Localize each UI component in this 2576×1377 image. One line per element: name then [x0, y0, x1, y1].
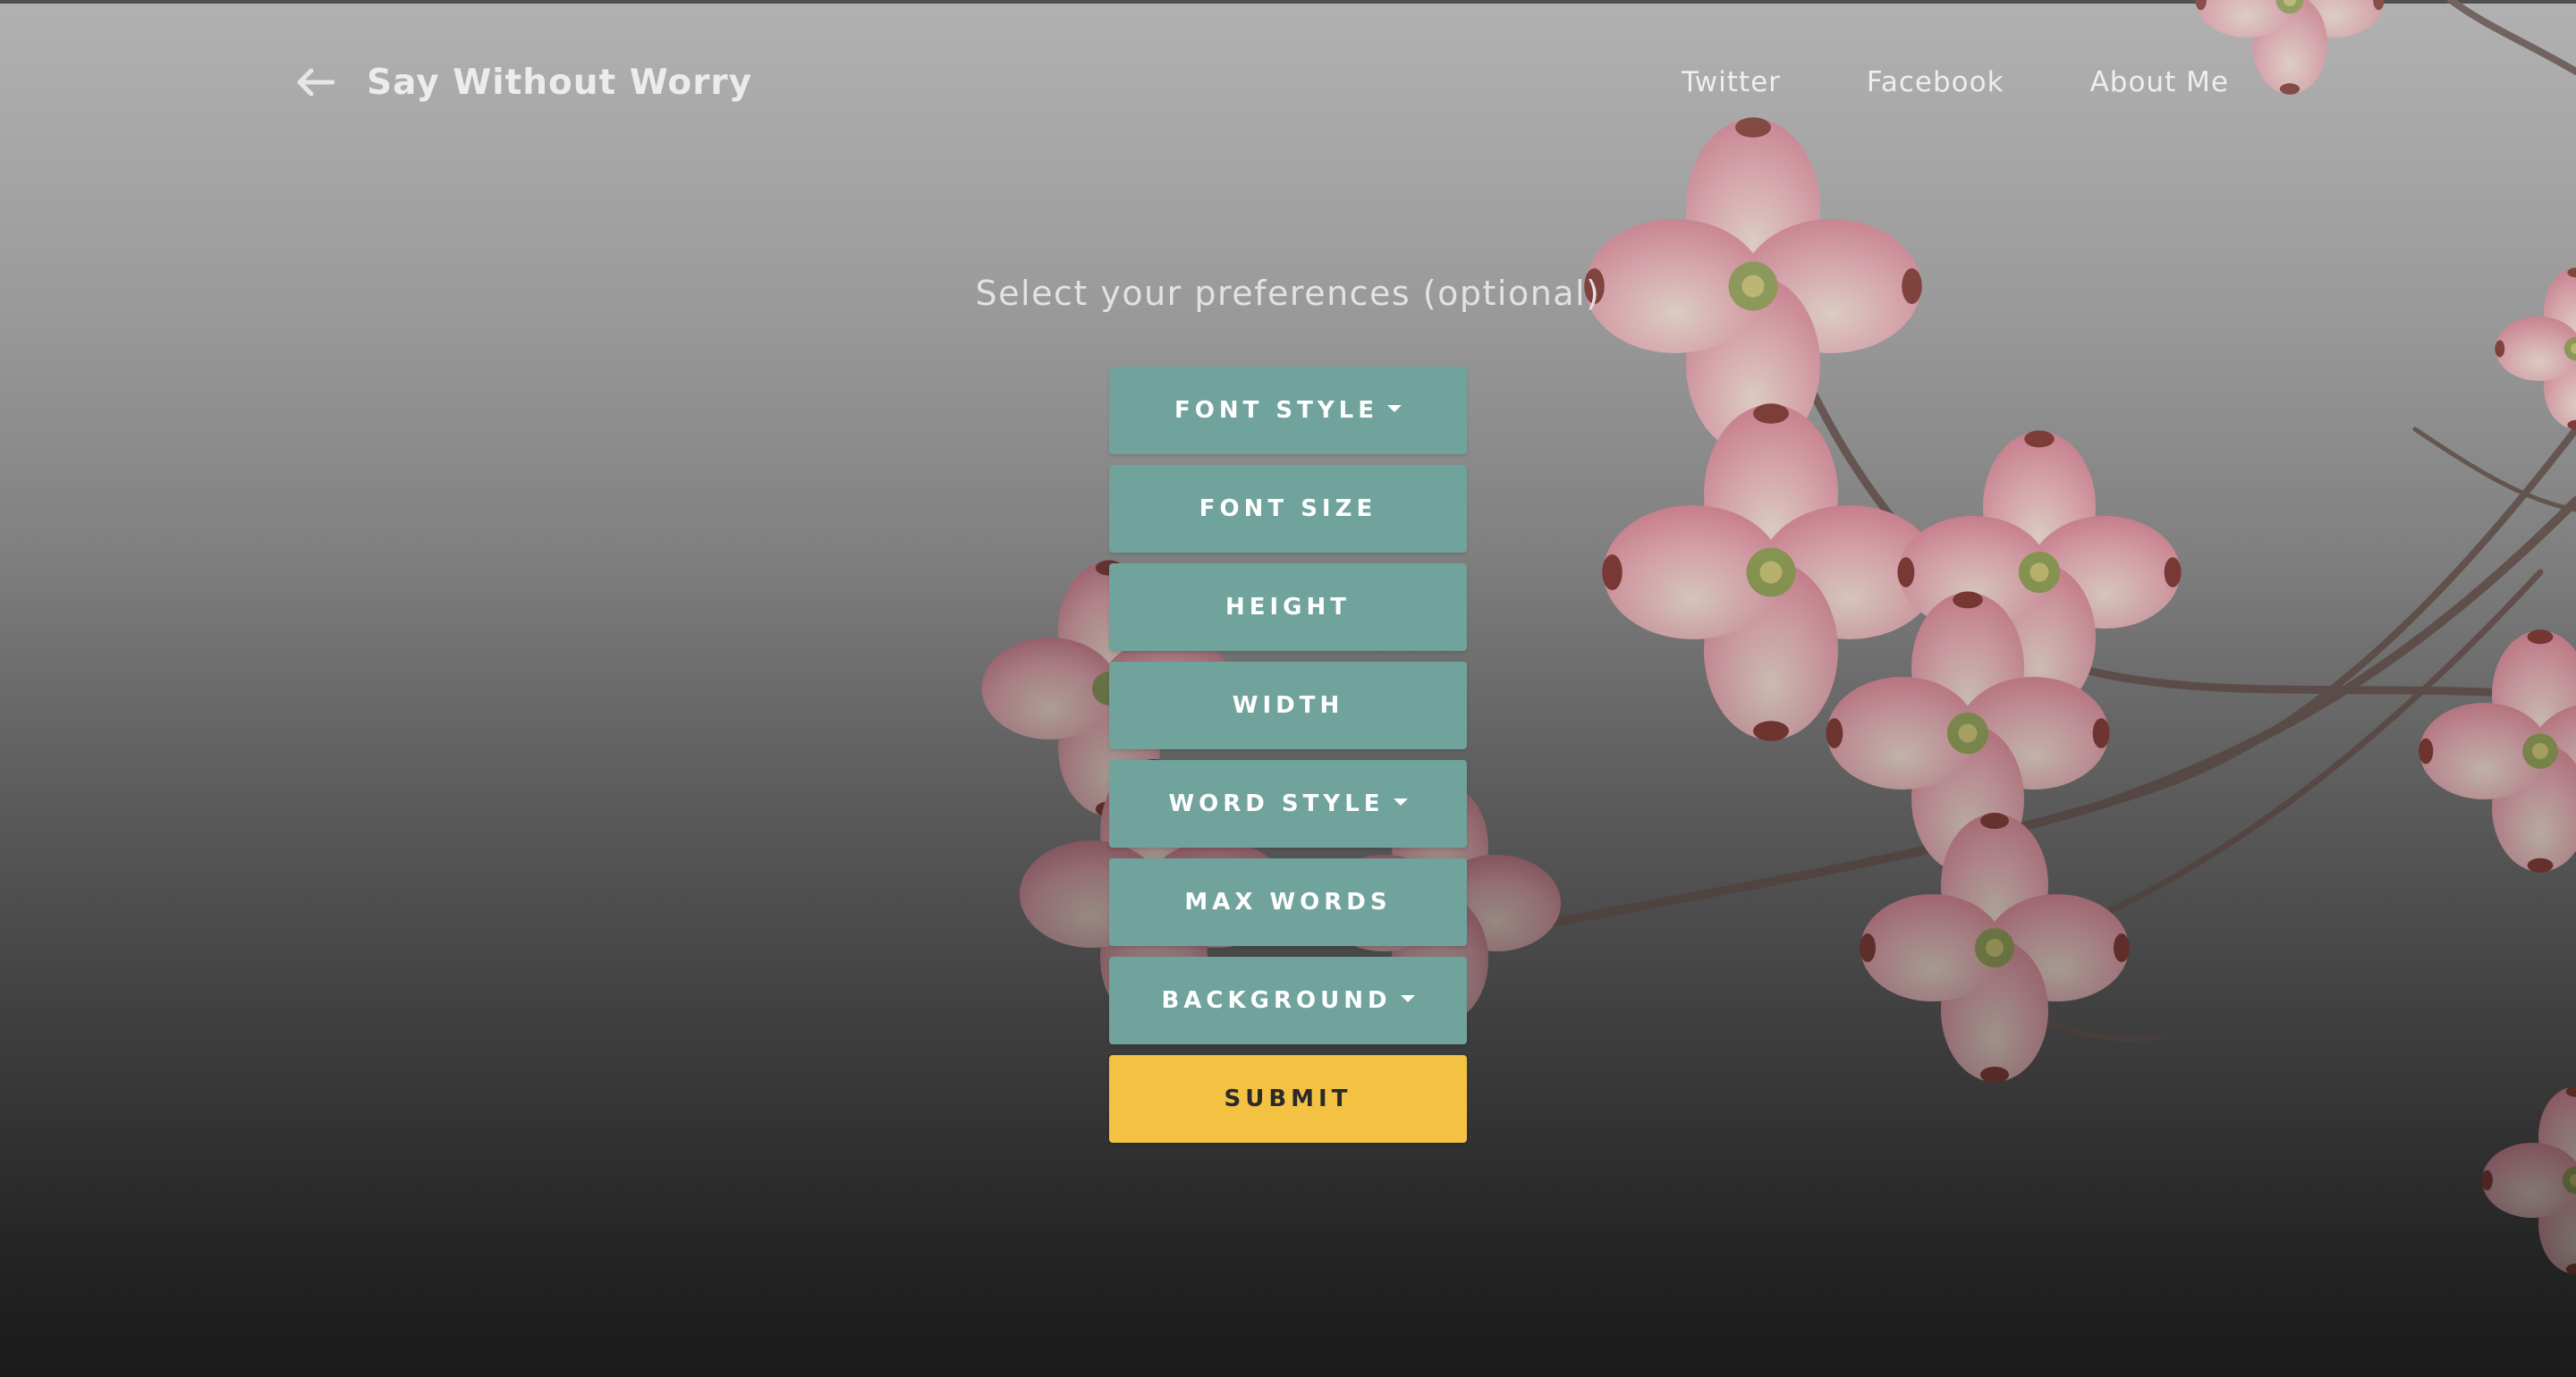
width-label: WIDTH [1232, 692, 1344, 719]
submit-button[interactable]: SUBMIT [1109, 1055, 1467, 1143]
page: Say Without Worry Twitter Facebook About… [0, 0, 2576, 1377]
nav-link-twitter[interactable]: Twitter [1682, 57, 1781, 107]
background-dropdown[interactable]: BACKGROUND [1109, 957, 1467, 1044]
font-style-label: FONT STYLE [1174, 397, 1379, 424]
nav-link-about-me[interactable]: About Me [2090, 57, 2229, 107]
brand-link[interactable]: Say Without Worry [295, 55, 752, 109]
font-style-dropdown[interactable]: FONT STYLE [1109, 367, 1467, 454]
nav-links: Twitter Facebook About Me [1682, 57, 2229, 107]
width-button[interactable]: WIDTH [1109, 662, 1467, 749]
caret-down-icon [1400, 995, 1415, 1002]
font-size-label: FONT SIZE [1199, 495, 1377, 522]
preferences-heading: Select your preferences (optional) [975, 274, 1601, 313]
max-words-label: MAX WORDS [1184, 889, 1392, 916]
brand-title: Say Without Worry [367, 62, 753, 103]
nav-link-facebook[interactable]: Facebook [1867, 57, 2004, 107]
max-words-button[interactable]: MAX WORDS [1109, 858, 1467, 946]
height-button[interactable]: HEIGHT [1109, 563, 1467, 651]
height-label: HEIGHT [1224, 594, 1352, 621]
word-style-dropdown[interactable]: WORD STYLE [1109, 760, 1467, 848]
navbar: Say Without Worry Twitter Facebook About… [0, 0, 2576, 161]
caret-down-icon [1393, 798, 1408, 806]
background-label: BACKGROUND [1161, 987, 1392, 1014]
word-style-label: WORD STYLE [1168, 790, 1385, 817]
font-size-button[interactable]: FONT SIZE [1109, 465, 1467, 553]
submit-label: SUBMIT [1224, 1086, 1352, 1112]
arrow-left-icon [295, 66, 335, 98]
caret-down-icon [1387, 405, 1402, 412]
